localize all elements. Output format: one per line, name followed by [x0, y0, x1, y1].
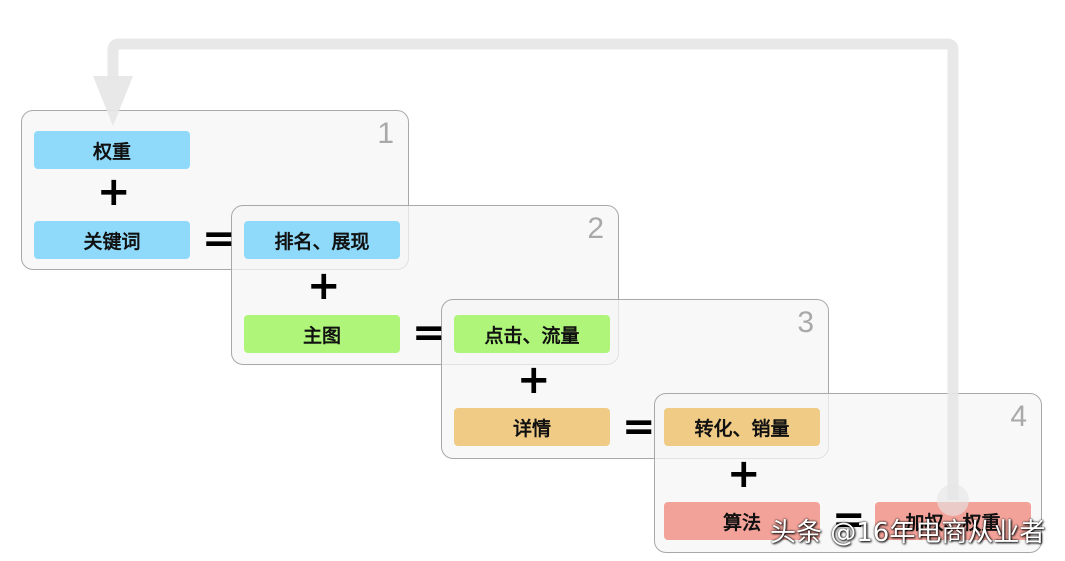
- diagram: 1 2 3 4 权重 + 关键词 = 排名、展现 + 主图 = 点击、流量 + …: [0, 0, 1065, 561]
- watermark: 头条 @16年电商从业者: [770, 518, 1046, 548]
- arrow-head-icon: [93, 76, 133, 126]
- feedback-arrow: [93, 38, 969, 516]
